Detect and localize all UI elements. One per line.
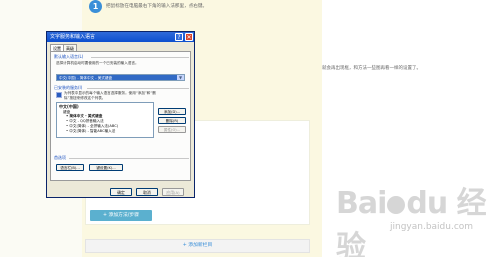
- tab-advanced[interactable]: 高级: [63, 44, 77, 51]
- language-bar-button[interactable]: 语言栏(B)...: [56, 164, 84, 171]
- baidu-watermark: Bai du 经验: [336, 186, 487, 257]
- preferences-title: 首选项: [54, 155, 66, 160]
- keyboard-icon: [56, 92, 62, 98]
- key-settings-button[interactable]: 键设置(K)...: [89, 164, 123, 171]
- remove-button[interactable]: 删除(R): [158, 117, 186, 124]
- installed-services-description-2: 除”按钮来修改这个列表。: [64, 96, 106, 100]
- help-icon[interactable]: ?: [175, 33, 183, 41]
- close-icon[interactable]: ✕: [185, 33, 193, 41]
- add-method-button[interactable]: + 添加方法/步骤: [90, 210, 152, 221]
- divider: [91, 57, 189, 58]
- default-language-description: 选择计算机启动时要使用的一个已安装的输入语言。: [56, 61, 139, 65]
- divider: [69, 158, 189, 159]
- tab-settings[interactable]: 设置: [50, 44, 64, 51]
- properties-button[interactable]: 属性(O)...: [158, 126, 186, 133]
- chevron-down-icon[interactable]: ▼: [177, 75, 184, 80]
- dialog-titlebar[interactable]: 文字服务和输入语言 ? ✕: [47, 32, 194, 42]
- ok-button[interactable]: 确定: [110, 188, 132, 196]
- watermark-url: jingyan.baidu.com: [390, 222, 474, 232]
- default-language-select[interactable]: 中文(中国) - 简体中文 - 美式键盘 ▼: [56, 74, 185, 81]
- step-detail-text: 就会再出现框，和方法一些图再看一样的设置了。: [322, 66, 421, 71]
- apply-button[interactable]: 应用(A): [162, 188, 184, 196]
- installed-services-list[interactable]: 中文(中国) 键盘 • 简体中文 - 美式键盘 • 中文 - QQ拼音输入法 •…: [56, 102, 154, 138]
- default-language-title: 默认输入语言(L): [54, 54, 84, 59]
- paw-icon: [387, 195, 406, 214]
- dialog-title: 文字服务和输入语言: [50, 34, 96, 40]
- default-language-value: 中文(中国) - 简体中文 - 美式键盘: [59, 76, 113, 80]
- step-number-badge: 1: [89, 0, 102, 13]
- text-services-dialog: 文字服务和输入语言 ? ✕ 设置 高级 默认输入语言(L) 选择计算机启动时要使…: [46, 31, 195, 198]
- list-item[interactable]: • 中文(简体) - 智能ABC输入法: [66, 129, 115, 134]
- settings-panel: 默认输入语言(L) 选择计算机启动时要使用的一个已安装的输入语言。 中文(中国)…: [50, 51, 191, 181]
- add-button[interactable]: 添加(D)...: [158, 108, 186, 115]
- cancel-button[interactable]: 取消: [136, 188, 158, 196]
- add-column-button[interactable]: + 添加新栏目: [85, 239, 310, 253]
- step-description: 把鼠标放在电脑最右下角的输入法那里，点右键。: [106, 4, 208, 9]
- divider: [87, 88, 189, 89]
